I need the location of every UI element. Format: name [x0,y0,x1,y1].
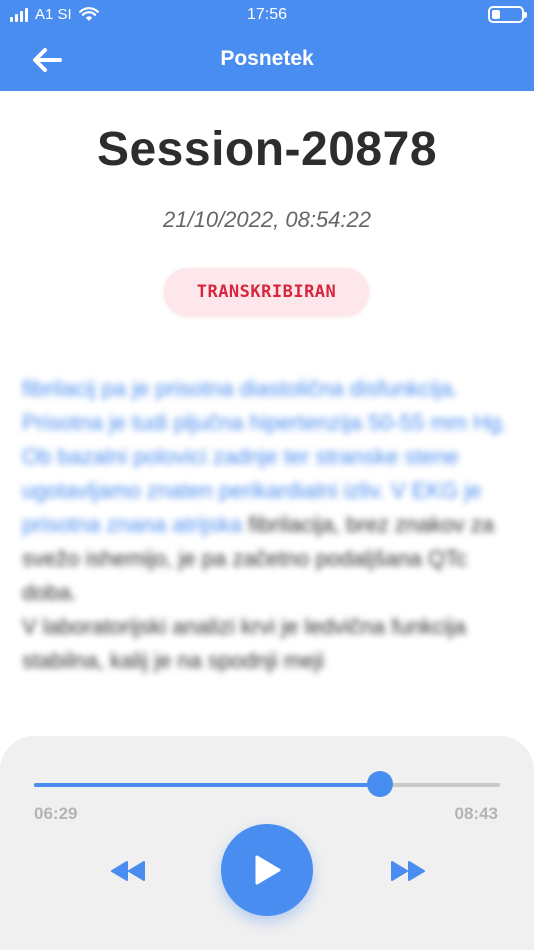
recording-timestamp: 21/10/2022, 08:54:22 [163,207,371,232]
fast-forward-icon[interactable] [390,860,426,882]
transcript-rest-2: V laboratorijski analizi krvi je ledvičn… [22,614,466,673]
audio-player: 06:29 08:43 [0,736,534,950]
rewind-icon[interactable] [110,860,146,882]
current-time: 06:29 [34,804,78,823]
status-right [488,6,527,23]
progress-fill [34,783,380,787]
status-bar: A1 SI 17:56 [0,0,534,32]
play-icon [255,855,281,885]
transcript-text: fibrilacij pa je prisotna diastolična di… [22,372,512,678]
play-button[interactable] [221,824,313,916]
page-title: Posnetek [220,47,314,70]
battery-icon [488,6,527,23]
total-time: 08:43 [454,804,498,823]
progress-thumb[interactable] [366,771,393,797]
status-time: 17:56 [246,6,288,23]
status-badge-label: TRANSKRIBIRAN [196,282,337,302]
top-bar: A1 SI 17:56 Posnetek [0,0,534,91]
progress-track[interactable] [34,771,500,797]
nav-bar: Posnetek [0,32,534,91]
recording-title: Session-20878 [96,123,438,176]
status-badge: TRANSKRIBIRAN [164,268,369,316]
